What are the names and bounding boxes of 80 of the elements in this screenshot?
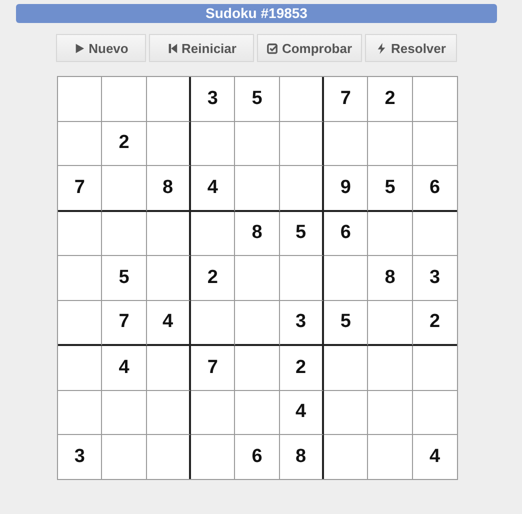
toolbar-button[interactable]: Resolver xyxy=(365,34,457,62)
grid-cell[interactable] xyxy=(58,122,102,166)
grid-cell[interactable] xyxy=(235,300,280,346)
toolbar-button[interactable]: Nuevo xyxy=(56,34,146,62)
grid-cell[interactable]: 4 xyxy=(412,435,457,478)
grid-cell[interactable] xyxy=(58,212,102,256)
grid-cell[interactable]: 8 xyxy=(280,435,324,478)
grid-cell[interactable] xyxy=(190,122,236,166)
grid-cell[interactable]: 3 xyxy=(190,77,236,122)
grid-cell[interactable] xyxy=(280,122,324,166)
grid-cell[interactable]: 5 xyxy=(280,212,324,256)
grid-cell[interactable]: 2 xyxy=(412,300,457,346)
grid-cell[interactable]: 6 xyxy=(412,166,457,212)
toolbar-button[interactable]: Comprobar xyxy=(257,34,362,62)
grid-cell[interactable]: 3 xyxy=(280,300,324,346)
grid-cell[interactable] xyxy=(324,390,368,435)
grid-cell[interactable]: 3 xyxy=(412,256,457,300)
grid-cell[interactable] xyxy=(368,212,413,256)
grid-cell[interactable]: 7 xyxy=(58,166,102,212)
grid-cell[interactable] xyxy=(190,390,236,435)
grid-cell[interactable] xyxy=(368,390,413,435)
grid-cell[interactable] xyxy=(368,300,413,346)
grid-cell[interactable] xyxy=(235,390,280,435)
grid-cell[interactable]: 3 xyxy=(58,435,102,478)
grid-cell[interactable]: 8 xyxy=(368,256,413,300)
grid-cell[interactable] xyxy=(280,166,324,212)
grid-cell[interactable] xyxy=(190,300,236,346)
grid-cell[interactable] xyxy=(146,256,191,300)
grid-cell[interactable]: 5 xyxy=(235,77,280,122)
grid-cell[interactable] xyxy=(58,77,102,122)
grid-cell[interactable]: 6 xyxy=(235,435,280,478)
grid-cell[interactable]: 9 xyxy=(324,166,368,212)
grid-cell[interactable] xyxy=(58,300,102,346)
grid-cell[interactable] xyxy=(146,346,191,390)
grid-cell[interactable] xyxy=(146,122,191,166)
grid-cell[interactable] xyxy=(58,256,102,300)
play-icon xyxy=(74,42,85,54)
grid-cell[interactable] xyxy=(235,346,280,390)
grid-cell[interactable]: 2 xyxy=(368,77,413,122)
grid-cell[interactable]: 2 xyxy=(102,122,147,166)
grid-cell[interactable] xyxy=(190,212,236,256)
grid-cell[interactable] xyxy=(146,77,191,122)
grid-cell[interactable] xyxy=(102,390,147,435)
grid-cell[interactable] xyxy=(368,346,413,390)
checkbox-icon xyxy=(266,42,278,54)
grid-cell[interactable]: 2 xyxy=(190,256,236,300)
grid-cell[interactable]: 7 xyxy=(324,77,368,122)
grid-cell[interactable] xyxy=(235,256,280,300)
grid-cell[interactable]: 8 xyxy=(235,212,280,256)
grid-cell[interactable] xyxy=(102,212,147,256)
grid-cell[interactable]: 4 xyxy=(190,166,236,212)
toolbar-button[interactable]: Reiniciar xyxy=(149,34,254,62)
grid-cell[interactable]: 4 xyxy=(102,346,147,390)
skip-back-icon xyxy=(166,42,178,54)
grid-cell[interactable] xyxy=(58,346,102,390)
grid-cell[interactable] xyxy=(235,166,280,212)
grid-cell[interactable]: 2 xyxy=(280,346,324,390)
grid-cell[interactable] xyxy=(146,390,191,435)
title-bar: Sudoku #19853 xyxy=(16,4,497,23)
grid-cell[interactable]: 5 xyxy=(324,300,368,346)
grid-cell[interactable]: 7 xyxy=(190,346,236,390)
grid-cell[interactable]: 4 xyxy=(146,300,191,346)
grid-cell[interactable] xyxy=(58,390,102,435)
grid-cell[interactable]: 5 xyxy=(102,256,147,300)
grid-cell[interactable] xyxy=(280,256,324,300)
grid-cell[interactable]: 5 xyxy=(368,166,413,212)
grid-cell[interactable] xyxy=(146,212,191,256)
grid-cell[interactable]: 6 xyxy=(324,212,368,256)
grid-cell[interactable] xyxy=(235,122,280,166)
grid-cell[interactable] xyxy=(324,346,368,390)
grid-cell[interactable]: 4 xyxy=(280,390,324,435)
grid-cell[interactable]: 7 xyxy=(102,300,147,346)
lightning-icon xyxy=(376,42,388,54)
grid-cell[interactable] xyxy=(368,122,413,166)
grid-cell[interactable]: 8 xyxy=(146,166,191,212)
grid-cell[interactable] xyxy=(280,77,324,122)
grid-cell[interactable] xyxy=(102,166,147,212)
grid-cell[interactable] xyxy=(324,122,368,166)
grid-cell[interactable] xyxy=(324,256,368,300)
grid-cell[interactable] xyxy=(102,77,147,122)
